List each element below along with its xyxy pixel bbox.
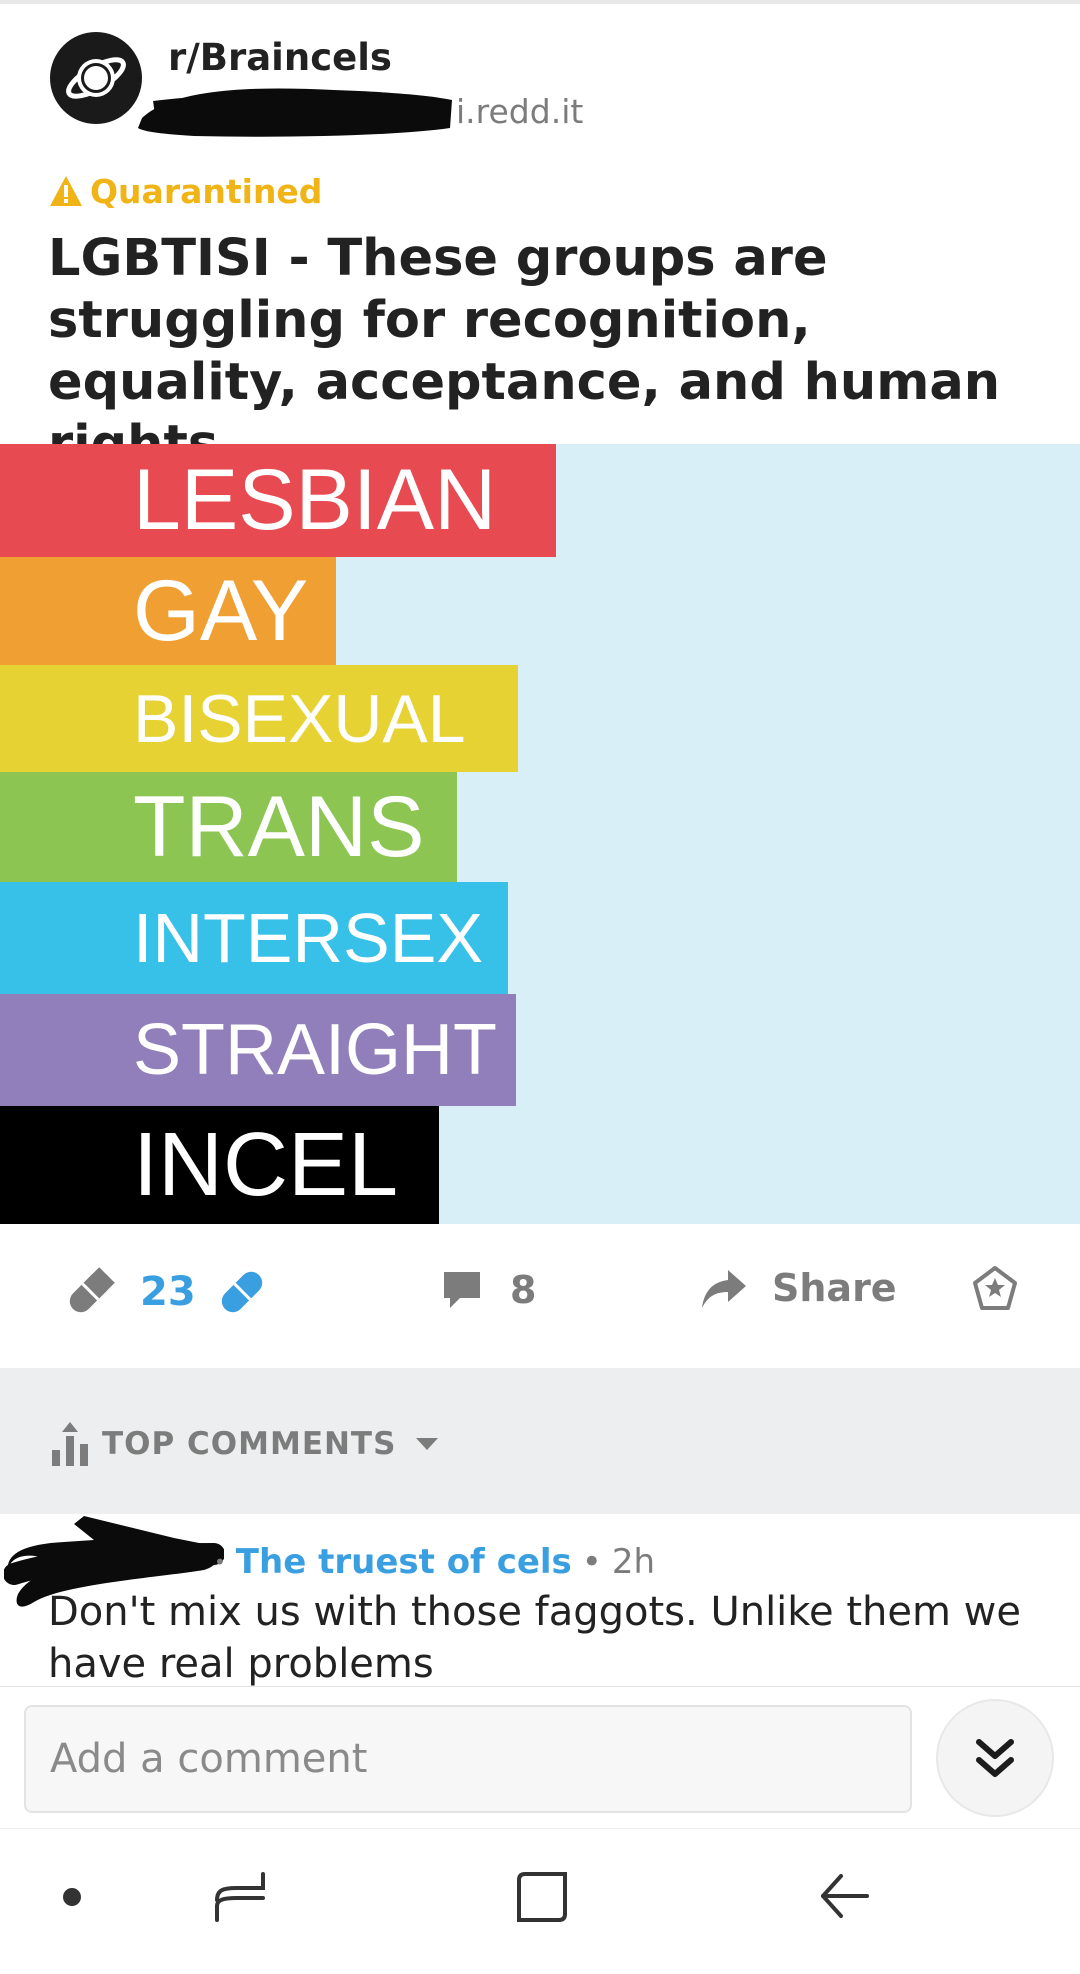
comment-body: Don't mix us with those faggots. Unlike … <box>48 1589 1022 1686</box>
planet-icon <box>66 57 126 99</box>
share-arrow-icon <box>702 1270 746 1308</box>
post-title[interactable]: LGBTISI - These groups are struggling fo… <box>48 228 1038 476</box>
quarantine-label: Quarantined <box>90 171 323 211</box>
band-label: TRANS <box>133 778 425 875</box>
pill-icon[interactable] <box>62 1264 118 1320</box>
award-button[interactable] <box>972 1266 1018 1312</box>
sort-label: TOP COMMENTS <box>102 1426 397 1462</box>
speech-bubble-icon <box>444 1272 480 1308</box>
post-domain[interactable]: i.redd.it <box>456 92 583 131</box>
comment-composer: Add a comment <box>0 1686 1080 1828</box>
band-label: INTERSEX <box>133 899 484 977</box>
comment[interactable]: • The truest of cels • 2h Don't mix us w… <box>0 1514 1080 1686</box>
post-header: r/Braincels i.redd.it Quarantined <box>0 0 1080 211</box>
band-label: GAY <box>133 562 309 659</box>
band-label: INCEL <box>133 1114 399 1215</box>
band-intersex: INTERSEX <box>0 882 508 994</box>
quarantine-badge: Quarantined <box>48 170 322 212</box>
bar-chart-icon <box>52 1422 88 1466</box>
post-action-bar: 23 8 Share <box>0 1224 1080 1366</box>
award-icon <box>973 1266 1017 1310</box>
jump-to-next-comment-button[interactable] <box>936 1699 1054 1817</box>
vote-count: 23 <box>140 1269 196 1315</box>
comment-meta: • The truest of cels • 2h <box>214 1542 655 1582</box>
home-square-icon[interactable] <box>512 1867 572 1927</box>
comments-button[interactable]: 8 <box>440 1268 536 1312</box>
double-chevron-down-icon <box>976 1739 1014 1777</box>
sort-dropdown[interactable]: TOP COMMENTS <box>52 1422 440 1466</box>
band-label: BISEXUAL <box>133 680 466 757</box>
vote-group: 23 <box>62 1264 270 1320</box>
post-image[interactable]: LESBIAN GAY BISEXUAL TRANS INTERSEX STRA… <box>0 444 1080 1224</box>
band-straight: STRAIGHT <box>0 994 516 1106</box>
comment-age: 2h <box>611 1542 656 1582</box>
user-flair: The truest of cels <box>235 1542 572 1582</box>
warning-icon <box>50 176 82 206</box>
band-label: STRAIGHT <box>133 1010 498 1090</box>
system-nav-bar <box>0 1828 1080 1974</box>
meta-separator: • <box>214 1550 226 1574</box>
band-label: LESBIAN <box>133 452 497 548</box>
share-label: Share <box>772 1266 897 1310</box>
band-gay: GAY <box>0 557 336 665</box>
redaction-scribble <box>138 88 452 137</box>
subreddit-avatar[interactable] <box>50 32 142 124</box>
pill-icon[interactable] <box>214 1264 270 1320</box>
share-button[interactable]: Share <box>700 1264 897 1312</box>
band-lesbian: LESBIAN <box>0 444 556 557</box>
dot-indicator-icon[interactable] <box>54 1879 90 1915</box>
band-bisexual: BISEXUAL <box>0 665 518 772</box>
band-trans: TRANS <box>0 772 457 882</box>
band-incel: INCEL <box>0 1106 439 1224</box>
back-arrow-icon[interactable] <box>814 1867 874 1927</box>
comments-sort-bar[interactable]: TOP COMMENTS <box>0 1368 1080 1514</box>
meta-separator: • <box>581 1542 602 1582</box>
comment-count: 8 <box>510 1268 537 1312</box>
subreddit-name[interactable]: r/Braincels <box>168 36 392 79</box>
add-comment-input[interactable]: Add a comment <box>24 1705 912 1813</box>
caret-down-icon <box>416 1438 439 1450</box>
recent-apps-icon[interactable] <box>210 1867 270 1927</box>
